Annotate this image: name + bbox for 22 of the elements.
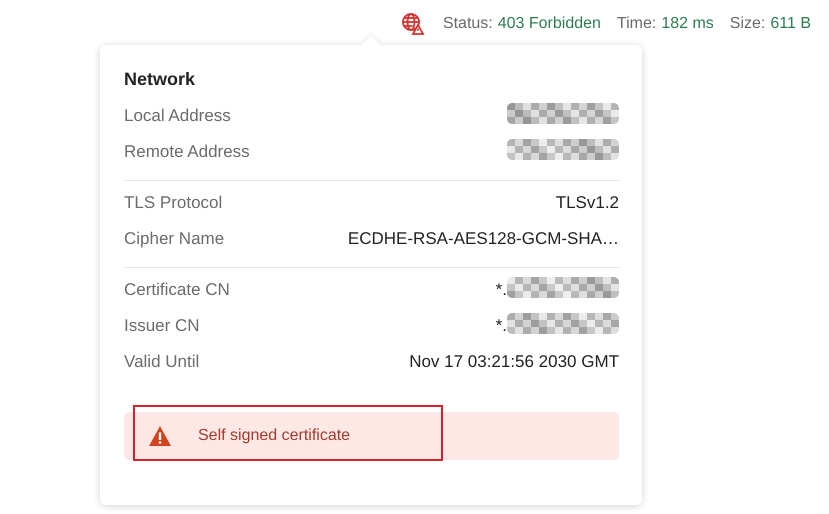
field-label: Issuer CN [124, 316, 200, 336]
status-value: 403 Forbidden [498, 15, 601, 33]
status-label: Time: [616, 15, 656, 33]
globe-warning-icon[interactable] [400, 12, 425, 36]
status-value: 182 ms [661, 15, 714, 33]
warning-message: Self signed certificate [198, 427, 350, 445]
status-label: Size: [730, 15, 766, 33]
field-label: Valid Until [124, 352, 200, 372]
status-value: 611 B [770, 15, 811, 33]
field-label: Remote Address [124, 142, 250, 162]
warning-icon [148, 425, 172, 447]
field-label: TLS Protocol [124, 193, 222, 213]
field-value: TLSv1.2 [556, 193, 619, 213]
field-value: *. [496, 280, 507, 300]
field-label: Certificate CN [124, 280, 230, 300]
field-value: ECDHE-RSA-AES128-GCM-SHA… [348, 229, 619, 249]
popover-title: Network [124, 69, 196, 90]
field-label: Local Address [124, 106, 231, 126]
field-value: *. [496, 316, 507, 336]
status-label: Status: [442, 15, 493, 33]
field-label: Cipher Name [124, 229, 224, 249]
field-value: Nov 17 03:21:56 2030 GMT [409, 352, 619, 372]
